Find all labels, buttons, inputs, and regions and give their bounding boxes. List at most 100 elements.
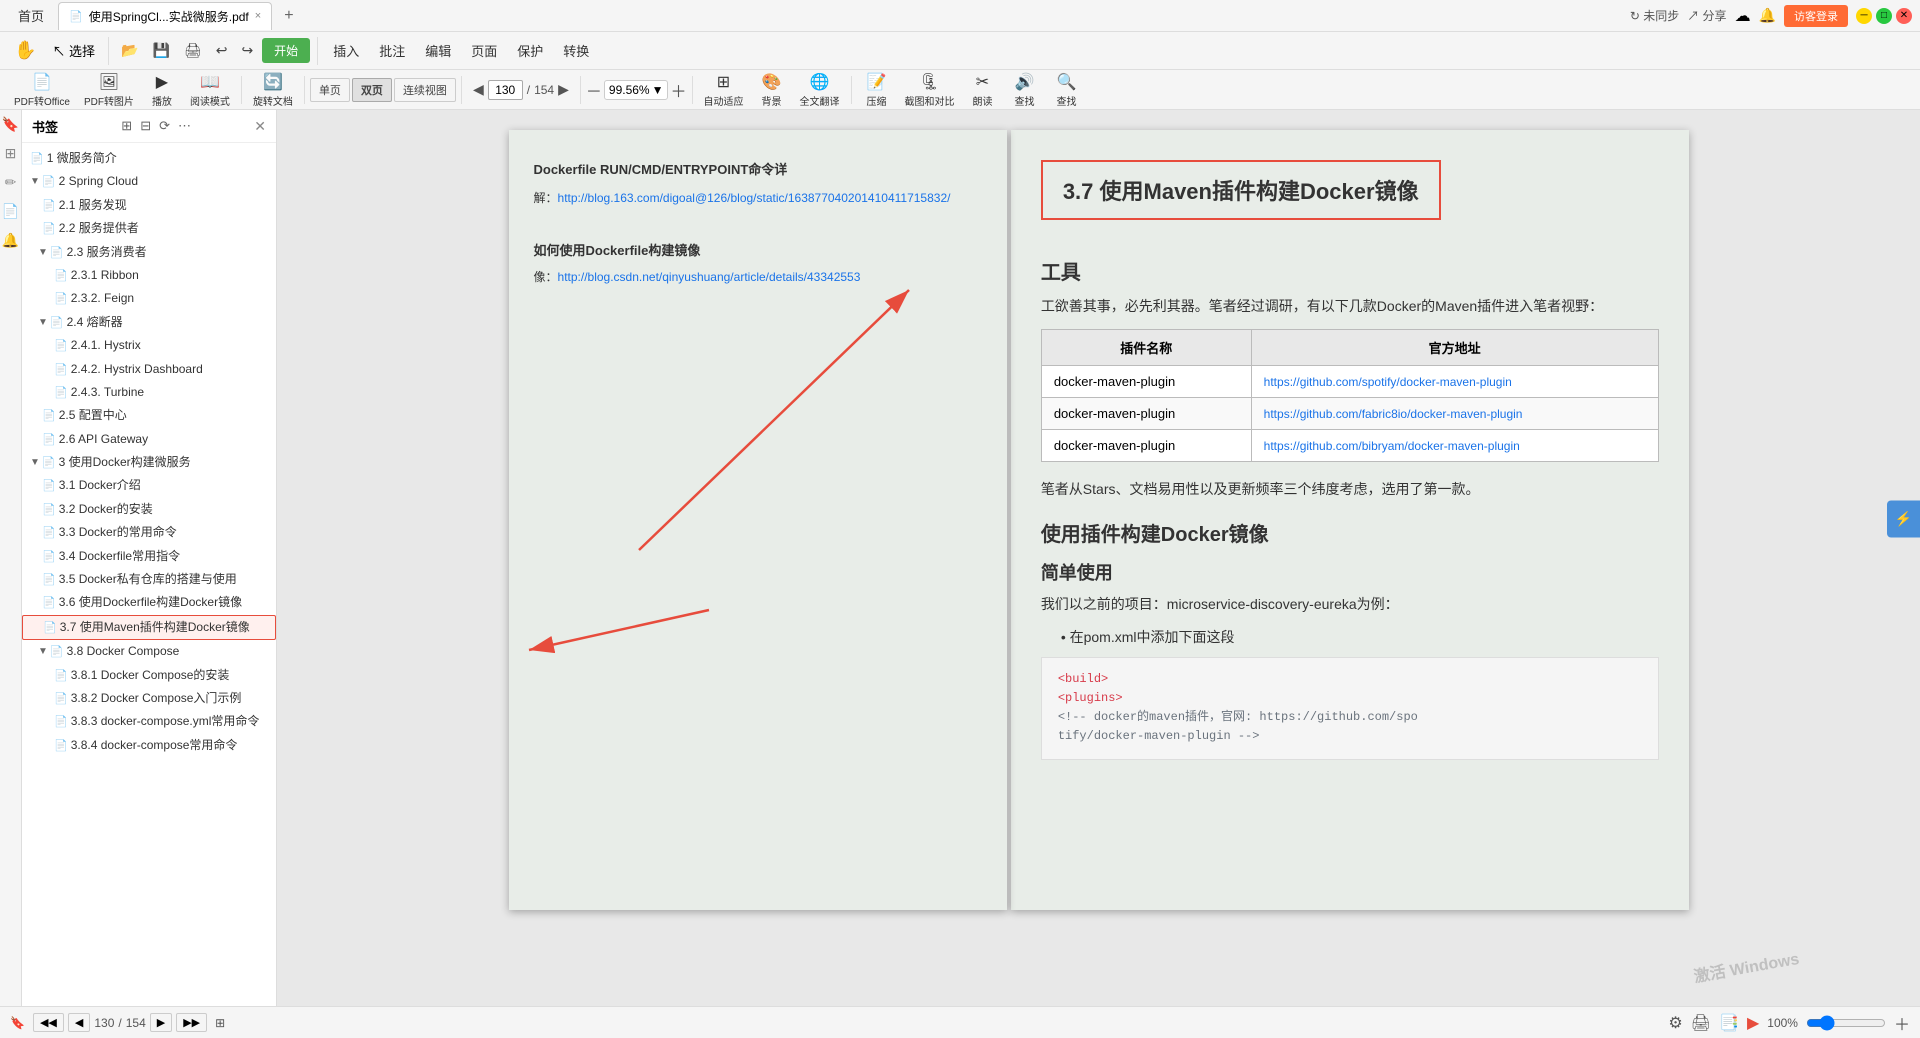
sidebar-item-3-8-1[interactable]: 📄 3.8.1 Docker Compose的安装: [22, 664, 276, 687]
sidebar-item-2-6[interactable]: 📄 2.6 API Gateway: [22, 428, 276, 451]
pdf-tab-close[interactable]: ×: [255, 10, 261, 22]
translate-btn[interactable]: 🌐 全文翻译: [794, 70, 846, 110]
sidebar-item-2-3[interactable]: ▼ 📄 2.3 服务消费者: [22, 241, 276, 264]
plugin-link-1[interactable]: https://github.com/spotify/docker-maven-…: [1264, 375, 1512, 389]
share-icon[interactable]: ↗ 分享: [1687, 7, 1726, 24]
sidebar-item-2-4-3[interactable]: 📄 2.4.3. Turbine: [22, 381, 276, 404]
sidebar-more-btn[interactable]: ⋯: [176, 116, 193, 136]
sidebar-item-3-3[interactable]: 📄 3.3 Docker的常用命令: [22, 521, 276, 544]
close-button[interactable]: ✕: [1896, 8, 1912, 24]
plugin-link-3[interactable]: https://github.com/bibryam/docker-maven-…: [1264, 439, 1520, 453]
compress-btn[interactable]: 🗜 截图和对比: [899, 70, 961, 110]
undo-btn[interactable]: ↩: [211, 39, 233, 62]
sidebar-item-2-3-2[interactable]: 📄 2.3.2. Feign: [22, 287, 276, 310]
minimize-button[interactable]: ─: [1856, 8, 1872, 24]
sidebar-item-3-8-3[interactable]: 📄 3.8.3 docker-compose.yml常用命令: [22, 710, 276, 733]
select-tool-btn[interactable]: ↖ 选择: [46, 39, 101, 62]
sidebar-collapse-btn[interactable]: ⊟: [138, 116, 153, 136]
sidebar-item-2-4-2[interactable]: 📄 2.4.2. Hystrix Dashboard: [22, 358, 276, 381]
menu-annotate[interactable]: 批注: [371, 37, 413, 64]
status-zoom-in-btn[interactable]: ＋: [1894, 1011, 1910, 1035]
read-aloud-btn[interactable]: 🔊 查找: [1005, 70, 1045, 110]
sidebar-item-3[interactable]: ▼ 📄 3 使用Docker构建微服务: [22, 451, 276, 474]
status-next-btn[interactable]: ▶▶: [176, 1013, 207, 1032]
redo-btn[interactable]: ↪: [236, 39, 258, 62]
sidebar-item-3-4[interactable]: 📄 3.4 Dockerfile常用指令: [22, 545, 276, 568]
sidebar-item-2-4-1[interactable]: 📄 2.4.1. Hystrix: [22, 334, 276, 357]
menu-page[interactable]: 页面: [463, 37, 505, 64]
plugin-link-2[interactable]: https://github.com/fabric8io/docker-mave…: [1264, 407, 1523, 421]
new-tab-button[interactable]: +: [276, 3, 301, 29]
single-page-btn[interactable]: 单页: [310, 78, 350, 102]
pdf-tab[interactable]: 📄 使用SpringCl...实战微服务.pdf ×: [58, 2, 272, 30]
status-fit-icon[interactable]: ⊞: [215, 1016, 225, 1030]
zoom-out-btn[interactable]: －: [586, 78, 602, 102]
auto-fit-btn[interactable]: ⊞ 自动适应: [698, 70, 750, 110]
sidebar-item-spring-cloud[interactable]: ▼ 📄 2 Spring Cloud: [22, 170, 276, 193]
visit-login-button[interactable]: 访客登录: [1784, 5, 1848, 27]
pdf-to-office-btn[interactable]: 📄 PDF转Office: [8, 70, 76, 110]
sidebar-item-3-8[interactable]: ▼ 📄 3.8 Docker Compose: [22, 640, 276, 663]
status-prev-btn[interactable]: ◀◀: [33, 1013, 64, 1032]
pdf-content-area[interactable]: Dockerfile RUN/CMD/ENTRYPOINT命令详 解：http:…: [277, 110, 1920, 1006]
sidebar-item-3-5[interactable]: 📄 3.5 Docker私有仓库的搭建与使用: [22, 568, 276, 591]
bookmark-panel-icon[interactable]: 🔖: [2, 116, 19, 133]
menu-edit[interactable]: 编辑: [417, 37, 459, 64]
sidebar-item-3-1[interactable]: 📄 3.1 Docker介绍: [22, 474, 276, 497]
plugin-url-2[interactable]: https://github.com/fabric8io/docker-mave…: [1251, 397, 1658, 429]
status-next-page-btn[interactable]: ▶: [150, 1013, 172, 1032]
sidebar-refresh-btn[interactable]: ⟳: [157, 116, 172, 136]
hand-tool-btn[interactable]: ✋: [8, 38, 42, 63]
link2[interactable]: http://blog.csdn.net/qinyushuang/article…: [558, 270, 861, 284]
thumbnail-panel-icon[interactable]: ⊞: [5, 145, 17, 162]
alert-panel-icon[interactable]: 🔔: [2, 232, 19, 249]
find-btn[interactable]: 🔍 查找: [1047, 70, 1087, 110]
menu-insert[interactable]: 插入: [325, 37, 367, 64]
sidebar-expand-btn[interactable]: ⊞: [119, 116, 134, 136]
sidebar-item-3-2[interactable]: 📄 3.2 Docker的安装: [22, 498, 276, 521]
status-prev-page-btn[interactable]: ◀: [68, 1013, 90, 1032]
plugin-url-3[interactable]: https://github.com/bibryam/docker-maven-…: [1251, 429, 1658, 461]
read-mode-btn[interactable]: 📖 阅读模式: [184, 70, 236, 110]
print-btn[interactable]: 🖨: [179, 39, 207, 62]
sidebar-item-2-1[interactable]: 📄 2.1 服务发现: [22, 194, 276, 217]
sidebar-close-btn[interactable]: ✕: [254, 118, 266, 135]
fulltext-translate-btn[interactable]: 📝 压缩: [857, 70, 897, 110]
home-tab[interactable]: 首页: [8, 2, 54, 29]
sidebar-item-microservice[interactable]: 📄 1 微服务简介: [22, 147, 276, 170]
status-icon-1[interactable]: ⚙: [1668, 1013, 1682, 1033]
sidebar-item-3-8-2[interactable]: 📄 3.8.2 Docker Compose入门示例: [22, 687, 276, 710]
next-page-btn[interactable]: ▶: [558, 81, 569, 98]
page-panel-icon[interactable]: 📄: [2, 203, 19, 220]
prev-page-btn[interactable]: ◀: [473, 81, 484, 98]
plugin-url-1[interactable]: https://github.com/spotify/docker-maven-…: [1251, 365, 1658, 397]
alert-icon[interactable]: 🔔: [1759, 7, 1776, 24]
sidebar-item-3-7[interactable]: 📄 3.7 使用Maven插件构建Docker镜像: [22, 615, 276, 640]
status-icon-3[interactable]: 📑: [1719, 1013, 1739, 1033]
status-youtube-icon[interactable]: ▶: [1747, 1013, 1759, 1033]
sidebar-item-3-8-4[interactable]: 📄 3.8.4 docker-compose常用命令: [22, 734, 276, 757]
status-bookmark-icon[interactable]: 🔖: [10, 1016, 25, 1030]
zoom-slider[interactable]: [1806, 1015, 1886, 1031]
menu-protect[interactable]: 保护: [509, 37, 551, 64]
screenshot-btn[interactable]: ✂ 朗读: [963, 70, 1003, 110]
save-btn[interactable]: 💾: [147, 39, 174, 62]
start-button[interactable]: 开始: [262, 38, 310, 63]
open-btn[interactable]: 📂: [116, 39, 143, 62]
zoom-area[interactable]: 99.56% ▼: [604, 80, 669, 100]
continuous-btn[interactable]: 连续视图: [394, 78, 456, 102]
sidebar-item-3-6[interactable]: 📄 3.6 使用Dockerfile构建Docker镜像: [22, 591, 276, 614]
maximize-button[interactable]: □: [1876, 8, 1892, 24]
status-icon-2[interactable]: 🖨: [1691, 1013, 1711, 1033]
sidebar-item-2-3-1[interactable]: 📄 2.3.1 Ribbon: [22, 264, 276, 287]
menu-convert[interactable]: 转换: [555, 37, 597, 64]
zoom-in-btn[interactable]: ＋: [670, 78, 686, 102]
double-page-btn[interactable]: 双页: [352, 78, 392, 102]
annot-panel-icon[interactable]: ✏: [5, 174, 17, 191]
background-btn[interactable]: 🎨 背景: [752, 70, 792, 110]
link1[interactable]: http://blog.163.com/digoal@126/blog/stat…: [558, 191, 951, 205]
rotate-btn[interactable]: 🔄 旋转文档: [247, 70, 299, 110]
cloud-icon[interactable]: ☁: [1735, 6, 1751, 26]
sidebar-item-2-2[interactable]: 📄 2.2 服务提供者: [22, 217, 276, 240]
pdf-to-image-btn[interactable]: 🖼 PDF转图片: [78, 70, 140, 110]
